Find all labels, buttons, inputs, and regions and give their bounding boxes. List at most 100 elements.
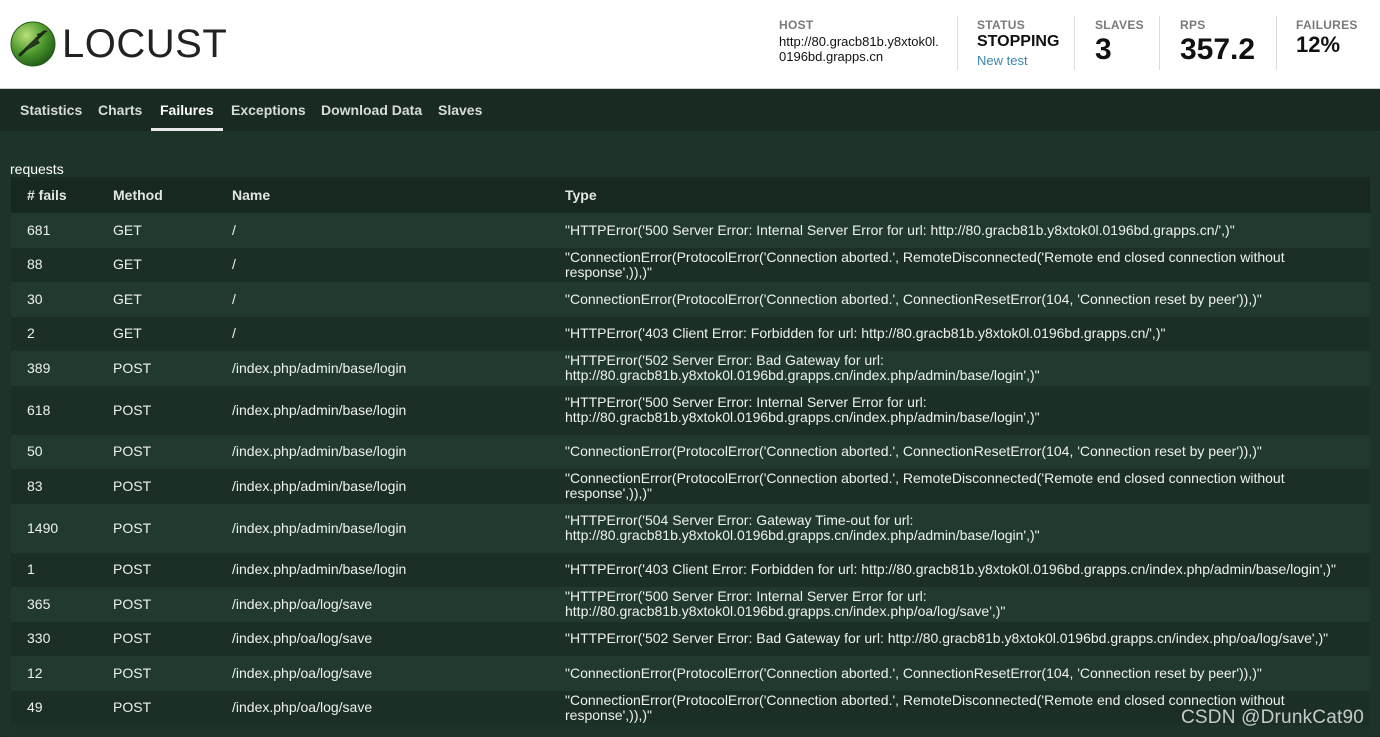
- header-divider: [1276, 16, 1277, 70]
- section-label: requests: [10, 161, 64, 177]
- method-cell: POST: [113, 690, 232, 725]
- fails-cell: 330: [11, 621, 113, 656]
- type-cell: "ConnectionError(ProtocolError('Connecti…: [565, 282, 1370, 317]
- host-label: HOST: [779, 18, 814, 32]
- column-header-fails[interactable]: # fails: [11, 177, 113, 213]
- type-cell: "HTTPError('504 Server Error: Gateway Ti…: [565, 503, 1370, 553]
- type-cell: "HTTPError('502 Server Error: Bad Gatewa…: [565, 351, 1370, 386]
- fails-cell: 2: [11, 316, 113, 351]
- fails-cell: 30: [11, 282, 113, 317]
- slaves-value: 3: [1095, 33, 1112, 66]
- tab-charts[interactable]: Charts: [98, 89, 142, 131]
- failures-panel: requests # fails Method Name Type 681 GET…: [0, 131, 1380, 737]
- host-box: HOST http://80.gracb81b.y8xtok0l.0196bd.…: [779, 18, 941, 64]
- method-cell: POST: [113, 351, 232, 386]
- name-cell: /index.php/admin/base/login: [232, 351, 565, 386]
- status-label: STATUS: [977, 18, 1026, 32]
- method-cell: POST: [113, 503, 232, 553]
- tab-statistics[interactable]: Statistics: [20, 89, 82, 131]
- tab-exceptions[interactable]: Exceptions: [231, 89, 306, 131]
- main-nav: Statistics Charts Failures Exceptions Do…: [0, 89, 1380, 131]
- header-divider: [957, 16, 958, 70]
- host-value: http://80.gracb81b.y8xtok0l.0196bd.grapp…: [779, 34, 939, 64]
- table-row: 1 POST/index.php/admin/base/login "HTTPErr…: [11, 552, 1370, 587]
- tab-failures[interactable]: Failures: [151, 89, 223, 131]
- type-cell: "HTTPError('403 Client Error: Forbidden …: [565, 552, 1370, 587]
- column-header-type[interactable]: Type: [565, 177, 1370, 213]
- column-header-name[interactable]: Name: [232, 177, 565, 213]
- name-cell: /index.php/admin/base/login: [232, 434, 565, 469]
- method-cell: POST: [113, 656, 232, 691]
- tab-download-data[interactable]: Download Data: [321, 89, 422, 131]
- top-header: LOCUST HOST http://80.gracb81b.y8xtok0l.…: [0, 0, 1380, 89]
- table-row: 681 GET / "HTTPError('500 Server Error: Int…: [11, 213, 1370, 248]
- table-row: 83 POST/index.php/admin/base/login "Connec…: [11, 469, 1370, 504]
- table-row: 2 GET / "HTTPError('403 Client Error: Forbi…: [11, 316, 1370, 351]
- tab-slaves[interactable]: Slaves: [438, 89, 482, 131]
- slaves-box: SLAVES 3: [1095, 18, 1144, 68]
- name-cell: /index.php/oa/log/save: [232, 656, 565, 691]
- fails-cell: 12: [11, 656, 113, 691]
- table-row: 49 POST/index.php/oa/log/save "ConnectionE…: [11, 690, 1370, 725]
- name-cell: /: [232, 316, 565, 351]
- type-cell: "HTTPError('502 Server Error: Bad Gatewa…: [565, 621, 1370, 656]
- name-cell: /index.php/admin/base/login: [232, 552, 565, 587]
- table-row: 50 POST/index.php/admin/base/login "Connec…: [11, 434, 1370, 469]
- type-cell: "HTTPError('500 Server Error: Internal S…: [565, 385, 1370, 435]
- method-cell: POST: [113, 385, 232, 435]
- method-cell: POST: [113, 469, 232, 504]
- name-cell: /index.php/oa/log/save: [232, 587, 565, 622]
- type-cell: "HTTPError('403 Client Error: Forbidden …: [565, 316, 1370, 351]
- table-row: 389 POST/index.php/admin/base/login "HTTPE…: [11, 351, 1370, 386]
- fails-cell: 1490: [11, 503, 113, 553]
- watermark: CSDN @DrunkCat90: [1181, 707, 1364, 728]
- fails-cell: 389: [11, 351, 113, 386]
- method-cell: POST: [113, 552, 232, 587]
- name-cell: /: [232, 247, 565, 282]
- type-cell: "ConnectionError(ProtocolError('Connecti…: [565, 434, 1370, 469]
- table-row: 618 POST/index.php/admin/base/login "HTTPE…: [11, 385, 1370, 435]
- type-cell: "HTTPError('500 Server Error: Internal S…: [565, 587, 1370, 622]
- name-cell: /index.php/oa/log/save: [232, 690, 565, 725]
- failures-label: FAILURES: [1296, 18, 1358, 32]
- status-box: STATUS STOPPING New test: [977, 18, 1059, 68]
- failures-table: # fails Method Name Type 681 GET / "HTTPErr…: [11, 177, 1370, 725]
- table-row: 12 POST/index.php/oa/log/save "ConnectionE…: [11, 656, 1370, 691]
- name-cell: /index.php/oa/log/save: [232, 621, 565, 656]
- name-cell: /: [232, 282, 565, 317]
- fails-cell: 365: [11, 587, 113, 622]
- fails-cell: 83: [11, 469, 113, 504]
- type-cell: "ConnectionError(ProtocolError('Connecti…: [565, 469, 1370, 504]
- header-divider: [1074, 16, 1075, 70]
- rps-value: 357.2: [1180, 33, 1256, 66]
- column-header-method[interactable]: Method: [113, 177, 232, 213]
- name-cell: /index.php/admin/base/login: [232, 503, 565, 553]
- name-cell: /index.php/admin/base/login: [232, 469, 565, 504]
- fails-cell: 49: [11, 690, 113, 725]
- status-value: STOPPING: [977, 33, 1060, 50]
- type-cell: "HTTPError('500 Server Error: Internal S…: [565, 213, 1370, 248]
- fails-cell: 50: [11, 434, 113, 469]
- fails-cell: 681: [11, 213, 113, 248]
- header-divider: [1159, 16, 1160, 70]
- method-cell: GET: [113, 282, 232, 317]
- new-test-link[interactable]: New test: [977, 53, 1059, 68]
- rps-box: RPS 357.2: [1180, 18, 1255, 68]
- type-cell: "ConnectionError(ProtocolError('Connecti…: [565, 656, 1370, 691]
- table-row: 30 GET / "ConnectionError(ProtocolError('Co…: [11, 282, 1370, 317]
- failures-box: FAILURES 12%: [1296, 18, 1358, 58]
- method-cell: POST: [113, 434, 232, 469]
- name-cell: /index.php/admin/base/login: [232, 385, 565, 435]
- method-cell: GET: [113, 316, 232, 351]
- failures-table-wrap: # fails Method Name Type 681 GET / "HTTPErr…: [11, 177, 1370, 737]
- failures-table-body: 681 GET / "HTTPError('500 Server Error: Int…: [11, 213, 1370, 725]
- method-cell: POST: [113, 587, 232, 622]
- brand-name: LOCUST: [62, 22, 228, 66]
- fails-cell: 618: [11, 385, 113, 435]
- method-cell: GET: [113, 247, 232, 282]
- table-row: 1490 POST/index.php/admin/base/login "HTTP…: [11, 503, 1370, 553]
- type-cell: "ConnectionError(ProtocolError('Connecti…: [565, 247, 1370, 282]
- fails-cell: 1: [11, 552, 113, 587]
- table-row: 365 POST/index.php/oa/log/save "HTTPError(…: [11, 587, 1370, 622]
- method-cell: POST: [113, 621, 232, 656]
